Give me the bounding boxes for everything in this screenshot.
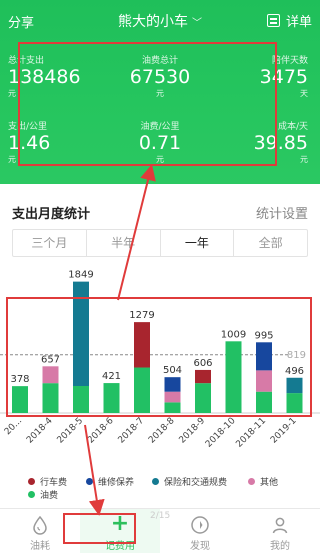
x-tick-label: 2018-4	[25, 416, 55, 446]
detail-button[interactable]: 详单	[266, 11, 312, 30]
legend-label: 保险和交通规费	[164, 478, 228, 488]
legend-swatch	[86, 478, 93, 485]
compass-icon	[191, 516, 209, 534]
tab-all[interactable]: 全部	[234, 230, 307, 256]
legend-swatch	[28, 478, 35, 485]
faded-page-indicator: 2/15	[150, 511, 171, 521]
car-name: 熊大的小车	[118, 14, 188, 30]
user-icon	[272, 517, 288, 534]
tab-discover[interactable]: 发现	[160, 509, 240, 553]
x-tick-label: 2018-5	[56, 416, 86, 446]
legend-item: 行车费	[28, 475, 67, 488]
highlight-box-record-tab	[63, 513, 136, 544]
x-tick-label: 2018-11	[234, 416, 268, 450]
tab-three-months[interactable]: 三个月	[13, 230, 87, 256]
legend-swatch	[28, 491, 35, 498]
legend-label: 油费	[40, 491, 59, 501]
legend-swatch	[248, 478, 255, 485]
legend-swatch	[152, 478, 159, 485]
legend-item: 其他	[248, 475, 278, 488]
highlight-box-chart	[6, 297, 312, 417]
tab-mine[interactable]: 我的	[240, 509, 320, 553]
legend-item: 保险和交通规费	[152, 475, 227, 488]
tab-label: 发现	[190, 541, 210, 552]
fuel-drop-icon	[33, 515, 47, 535]
x-tick-label: 2018-8	[147, 416, 177, 446]
legend-label: 维修保养	[98, 478, 135, 488]
legend-item: 维修保养	[86, 475, 134, 488]
tab-one-year[interactable]: 一年	[161, 230, 235, 256]
x-tick-label: 2018-10	[204, 416, 238, 450]
x-tick-label: 2019-1	[269, 416, 299, 446]
bar-total-label: 1849	[68, 270, 93, 281]
chevron-down-icon: ﹀	[192, 18, 202, 29]
legend-label: 其他	[260, 478, 279, 488]
x-tick-label: 2018-6	[86, 416, 116, 446]
legend-item: 油费	[28, 488, 58, 501]
x-tick-label: 2018-7	[117, 416, 147, 446]
list-icon	[266, 14, 280, 27]
stats-settings-link[interactable]: 统计设置	[256, 203, 308, 222]
detail-label: 详单	[285, 15, 312, 30]
period-tabs: 三个月 半年 一年 全部	[12, 229, 308, 257]
highlight-box-summary	[18, 42, 277, 166]
section-title: 支出月度统计	[12, 207, 91, 222]
x-tick-label: 20...	[3, 416, 24, 437]
tab-label: 我的	[270, 541, 290, 552]
tab-half-year[interactable]: 半年	[87, 230, 161, 256]
legend-label: 行车费	[40, 478, 68, 488]
x-tick-label: 2018-9	[178, 416, 208, 446]
